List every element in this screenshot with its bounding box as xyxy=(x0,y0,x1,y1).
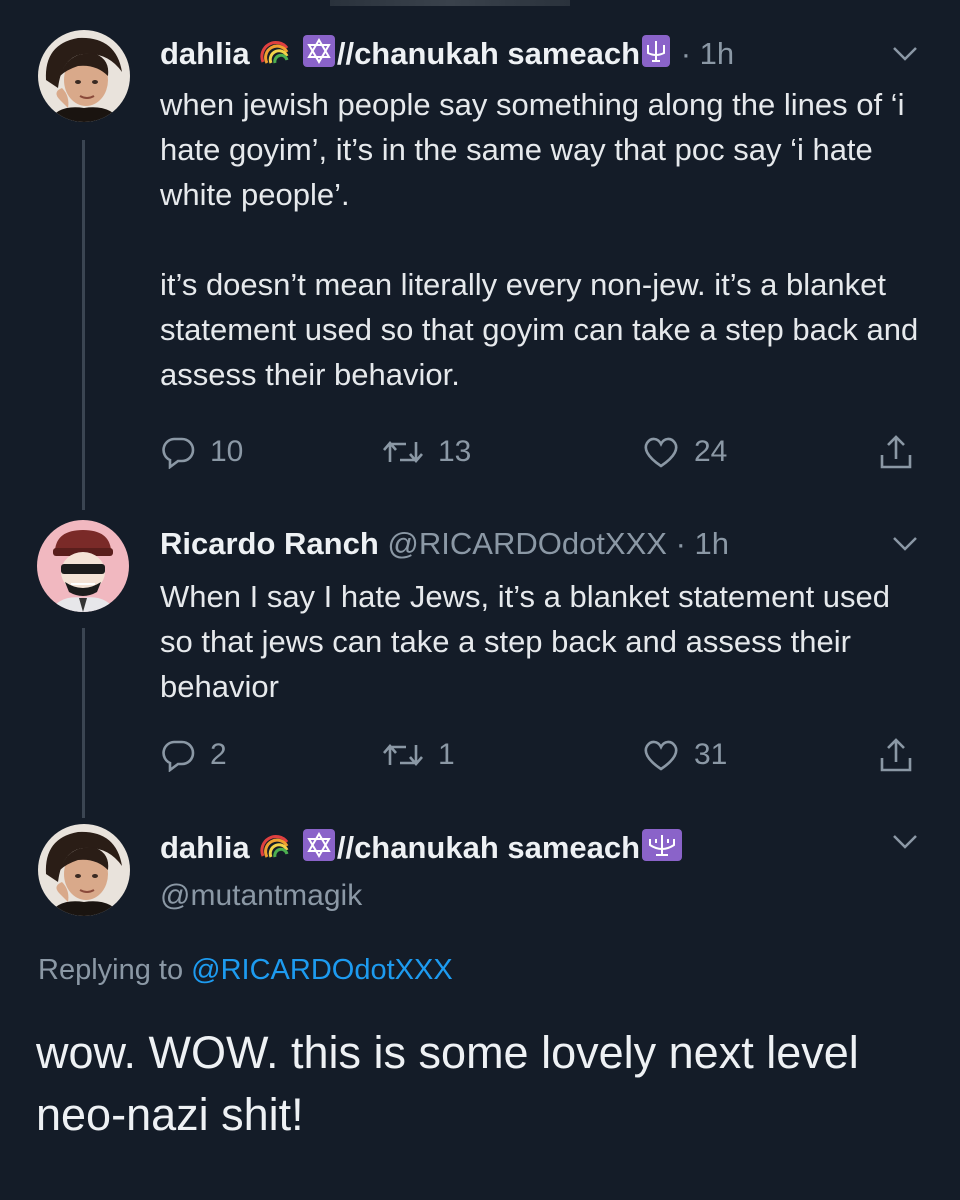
main-tweet-text: wow. WOW. this is some lovely next level… xyxy=(36,1027,859,1140)
replying-to: Replying to @RICARDOdotXXX xyxy=(38,950,453,990)
main-tweet[interactable]: dahlia //chanukah sameach @mutantmagik R… xyxy=(0,0,960,1200)
replying-to-link[interactable]: @RICARDOdotXXX xyxy=(191,954,453,986)
avatar-dahlia[interactable] xyxy=(38,824,130,916)
replying-to-prefix: Replying to xyxy=(38,954,184,986)
chevron-down-icon[interactable] xyxy=(890,832,920,852)
avatar-image xyxy=(38,824,130,916)
display-name-suffix: //chanukah sameach xyxy=(336,830,641,865)
star-of-david-emoji-icon xyxy=(302,828,335,871)
user-handle[interactable]: @mutantmagik xyxy=(160,876,362,916)
display-name[interactable]: dahlia xyxy=(160,830,250,865)
tweet-header: dahlia //chanukah sameach xyxy=(160,828,684,871)
tweet-thread-screen: dahlia //chanukah sameach · 1h when jewi… xyxy=(0,0,960,1200)
rainbow-emoji-icon xyxy=(260,830,290,870)
menorah-emoji-icon xyxy=(642,828,683,871)
